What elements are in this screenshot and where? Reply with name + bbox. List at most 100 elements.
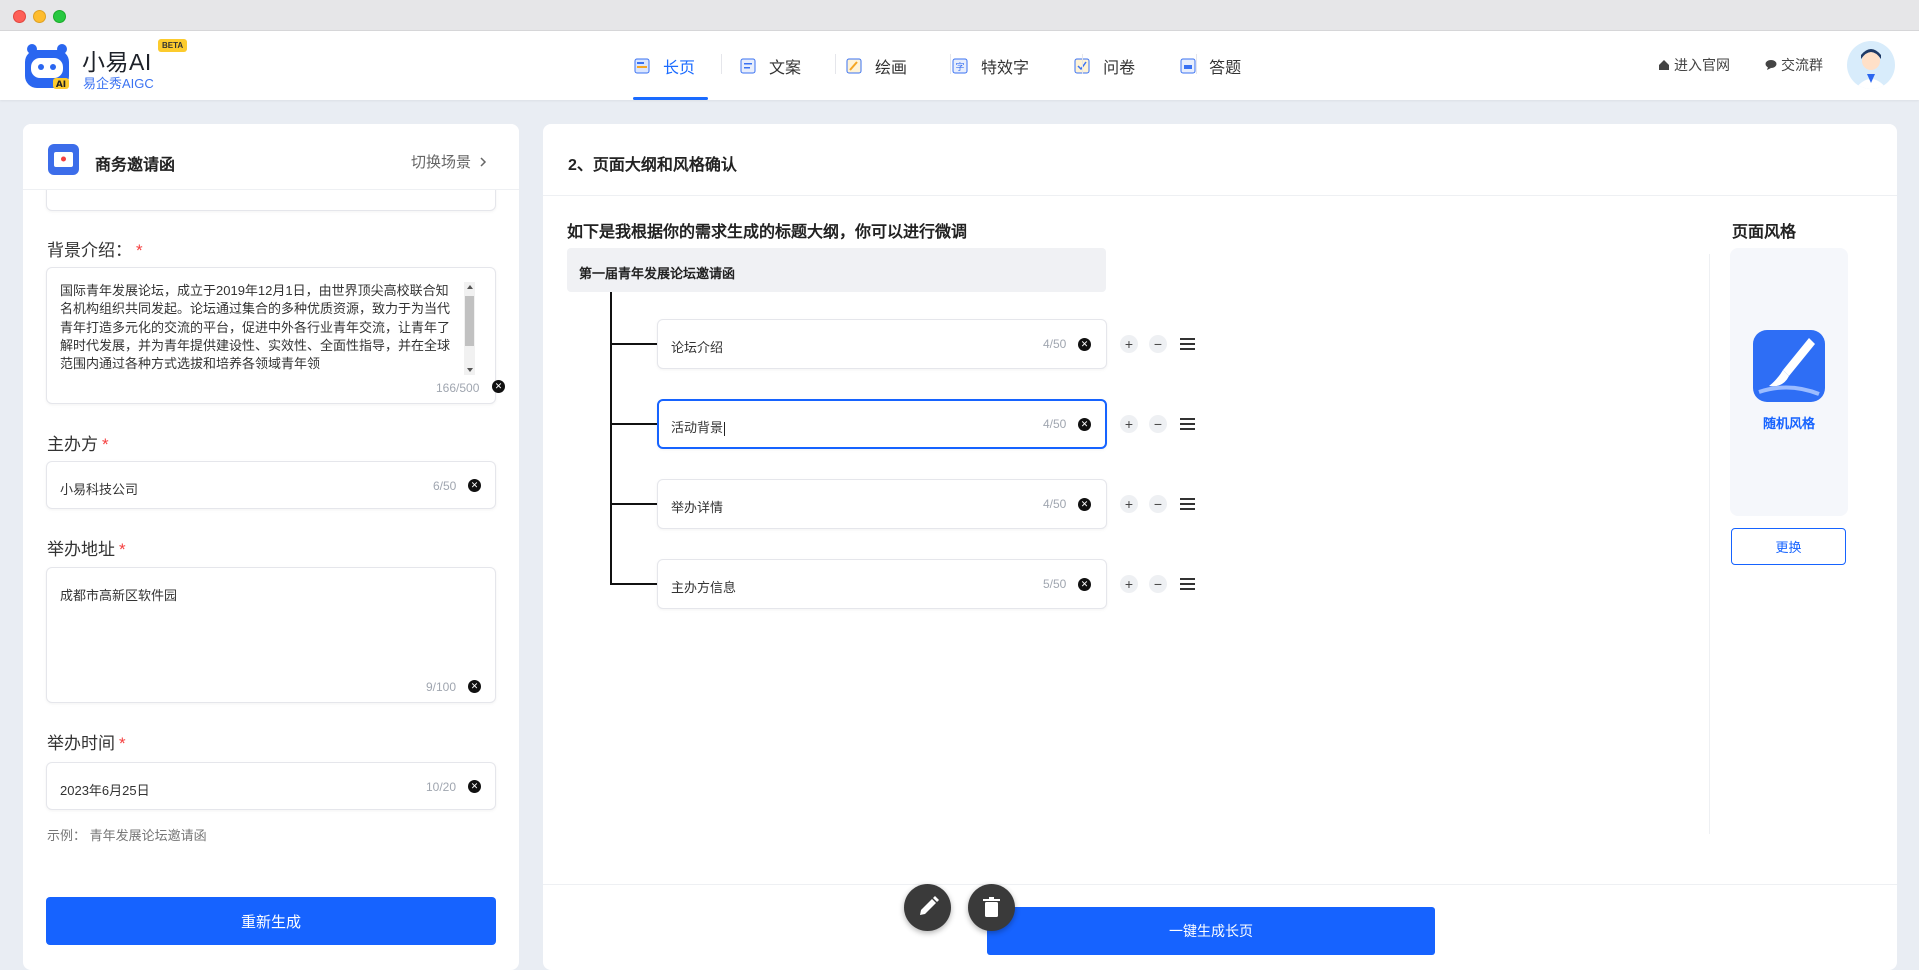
regenerate-button[interactable]: 重新生成 xyxy=(46,897,496,945)
nav-divider xyxy=(1196,54,1197,74)
drag-handle-icon[interactable] xyxy=(1180,498,1195,510)
clear-icon[interactable]: ✕ xyxy=(468,479,481,492)
nav-label: 问卷 xyxy=(1103,59,1136,77)
generate-long-page-button[interactable]: 一键生成长页 xyxy=(987,907,1435,955)
beta-badge: BETA xyxy=(158,39,188,52)
nav-tab-long-page[interactable]: 长页 xyxy=(624,31,709,100)
switch-scene-label: 切换场景 xyxy=(410,154,471,171)
nav-tab-copywriting[interactable]: 文案 xyxy=(730,31,811,100)
paint-brush-icon xyxy=(1753,330,1825,402)
minimize-window-button[interactable] xyxy=(33,10,46,23)
nav-tab-quiz[interactable]: 答题 xyxy=(1170,31,1251,100)
organizer-value: 小易科技公司 xyxy=(60,482,139,497)
clear-icon[interactable]: ✕ xyxy=(468,680,481,693)
input-form-panel: 商务邀请函 切换场景 背景介绍： * 国际青年发展论坛，成立于2019年12月1日… xyxy=(23,124,519,970)
char-count: 4/50 xyxy=(1043,497,1067,511)
clear-icon[interactable]: ✕ xyxy=(492,380,505,393)
tree-connector xyxy=(610,292,612,584)
time-value: 2023年6月25日 xyxy=(60,783,150,798)
nav-divider xyxy=(950,54,951,74)
close-window-button[interactable] xyxy=(13,10,26,23)
switch-scene-button[interactable]: 切换场景 xyxy=(411,151,489,172)
clear-icon[interactable]: ✕ xyxy=(1078,418,1091,431)
drag-handle-icon[interactable] xyxy=(1180,578,1195,590)
char-count: 4/50 xyxy=(1043,337,1067,351)
remove-item-button[interactable]: − xyxy=(1149,575,1167,593)
scene-title: 商务邀请函 xyxy=(95,157,176,174)
nav-label: 特效字 xyxy=(981,59,1030,77)
add-item-button[interactable]: + xyxy=(1120,335,1138,353)
random-style-label: 随机风格 xyxy=(1762,416,1815,431)
background-label: 背景介绍： * xyxy=(47,241,143,260)
divider xyxy=(1709,254,1710,834)
svg-text:字: 字 xyxy=(956,61,965,73)
nav-divider xyxy=(1082,54,1083,74)
edit-fab-button[interactable] xyxy=(904,884,951,931)
random-style-card[interactable]: 随机风格 xyxy=(1730,248,1848,516)
outline-item-input[interactable]: 主办方信息 5/50 ✕ xyxy=(657,559,1107,609)
remove-item-button[interactable]: − xyxy=(1149,335,1167,353)
user-avatar[interactable] xyxy=(1847,41,1895,89)
drag-handle-icon[interactable] xyxy=(1180,418,1195,430)
divider xyxy=(543,195,1897,196)
clear-icon[interactable]: ✕ xyxy=(468,780,481,793)
xiaoyi-logo-icon[interactable]: AI xyxy=(23,42,71,90)
official-site-link[interactable]: 进入官网 xyxy=(1658,55,1730,75)
time-label: 举办时间 * xyxy=(47,734,126,753)
community-group-label: 交流群 xyxy=(1781,57,1823,73)
textarea-scrollbar[interactable] xyxy=(464,282,475,375)
add-item-button[interactable]: + xyxy=(1120,495,1138,513)
pencil-icon xyxy=(920,896,939,915)
char-count: 5/50 xyxy=(1043,577,1067,591)
quiz-icon xyxy=(1180,58,1196,74)
nav-tab-effect-text[interactable]: 字 特效字 xyxy=(942,31,1039,100)
scene-header: 商务邀请函 切换场景 xyxy=(23,124,519,190)
delete-fab-button[interactable] xyxy=(968,884,1015,931)
time-input[interactable]: 2023年6月25日 10/20 ✕ xyxy=(46,762,496,810)
address-textarea[interactable]: 成都市高新区软件园 9/100 ✕ xyxy=(46,567,496,703)
invitation-icon xyxy=(48,144,79,175)
home-icon xyxy=(1659,60,1669,70)
outline-item-input-focused[interactable]: 活动背景 4/50 ✕ xyxy=(657,399,1107,449)
outline-root-title[interactable]: 第一届青年发展论坛邀请函 xyxy=(567,248,1106,292)
remove-item-button[interactable]: − xyxy=(1149,495,1167,513)
divider xyxy=(543,884,1897,885)
background-textarea[interactable]: 国际青年发展论坛，成立于2019年12月1日，由世界顶尖高校联合知名机构组织共同… xyxy=(46,267,505,404)
nav-label: 答题 xyxy=(1209,59,1242,77)
organizer-input[interactable]: 小易科技公司 6/50 ✕ xyxy=(46,461,496,509)
tree-connector xyxy=(610,423,657,425)
add-item-button[interactable]: + xyxy=(1120,575,1138,593)
community-group-link[interactable]: 交流群 xyxy=(1765,55,1823,75)
nav-tab-painting[interactable]: 绘画 xyxy=(836,31,917,100)
svg-text:AI: AI xyxy=(56,80,66,90)
char-count: 166/500 xyxy=(436,381,480,395)
trash-icon xyxy=(983,897,1000,917)
step-title: 2、页面大纲和风格确认 xyxy=(568,157,737,174)
outline-item-value: 主办方信息 xyxy=(671,580,737,595)
official-site-label: 进入官网 xyxy=(1674,57,1730,73)
drag-handle-icon[interactable] xyxy=(1180,338,1195,350)
outline-item-input[interactable]: 论坛介绍 4/50 ✕ xyxy=(657,319,1107,369)
add-item-button[interactable]: + xyxy=(1120,415,1138,433)
outline-hint: 如下是我根据你的需求生成的标题大纲，你可以进行微调 xyxy=(567,224,968,241)
address-label: 举办地址 * xyxy=(47,540,126,559)
top-header: AI 小易AI BETA 易企秀AIGC 长页 文案 绘画 字 特效字 问卷 答… xyxy=(0,31,1919,100)
nav-tab-survey[interactable]: 问卷 xyxy=(1064,31,1145,100)
nav-divider xyxy=(835,54,836,74)
char-count: 6/50 xyxy=(433,479,457,493)
clear-icon[interactable]: ✕ xyxy=(1078,578,1091,591)
window-titlebar xyxy=(0,0,1919,31)
outline-item-input[interactable]: 举办详情 4/50 ✕ xyxy=(657,479,1107,529)
chat-bubble-icon xyxy=(1765,60,1777,70)
clear-icon[interactable]: ✕ xyxy=(1078,338,1091,351)
replace-style-button[interactable]: 更换 xyxy=(1731,528,1846,565)
outline-panel: 2、页面大纲和风格确认 如下是我根据你的需求生成的标题大纲，你可以进行微调 第一… xyxy=(543,124,1897,970)
remove-item-button[interactable]: − xyxy=(1149,415,1167,433)
nav-label: 绘画 xyxy=(875,59,908,77)
background-text: 国际青年发展论坛，成立于2019年12月1日，由世界顶尖高校联合知名机构组织共同… xyxy=(60,283,451,372)
clear-icon[interactable]: ✕ xyxy=(1078,498,1091,511)
maximize-window-button[interactable] xyxy=(53,10,66,23)
example-hint: 示例： 青年发展论坛邀请函 xyxy=(47,828,207,843)
nav-label: 长页 xyxy=(663,59,696,77)
char-count: 10/20 xyxy=(426,780,457,794)
